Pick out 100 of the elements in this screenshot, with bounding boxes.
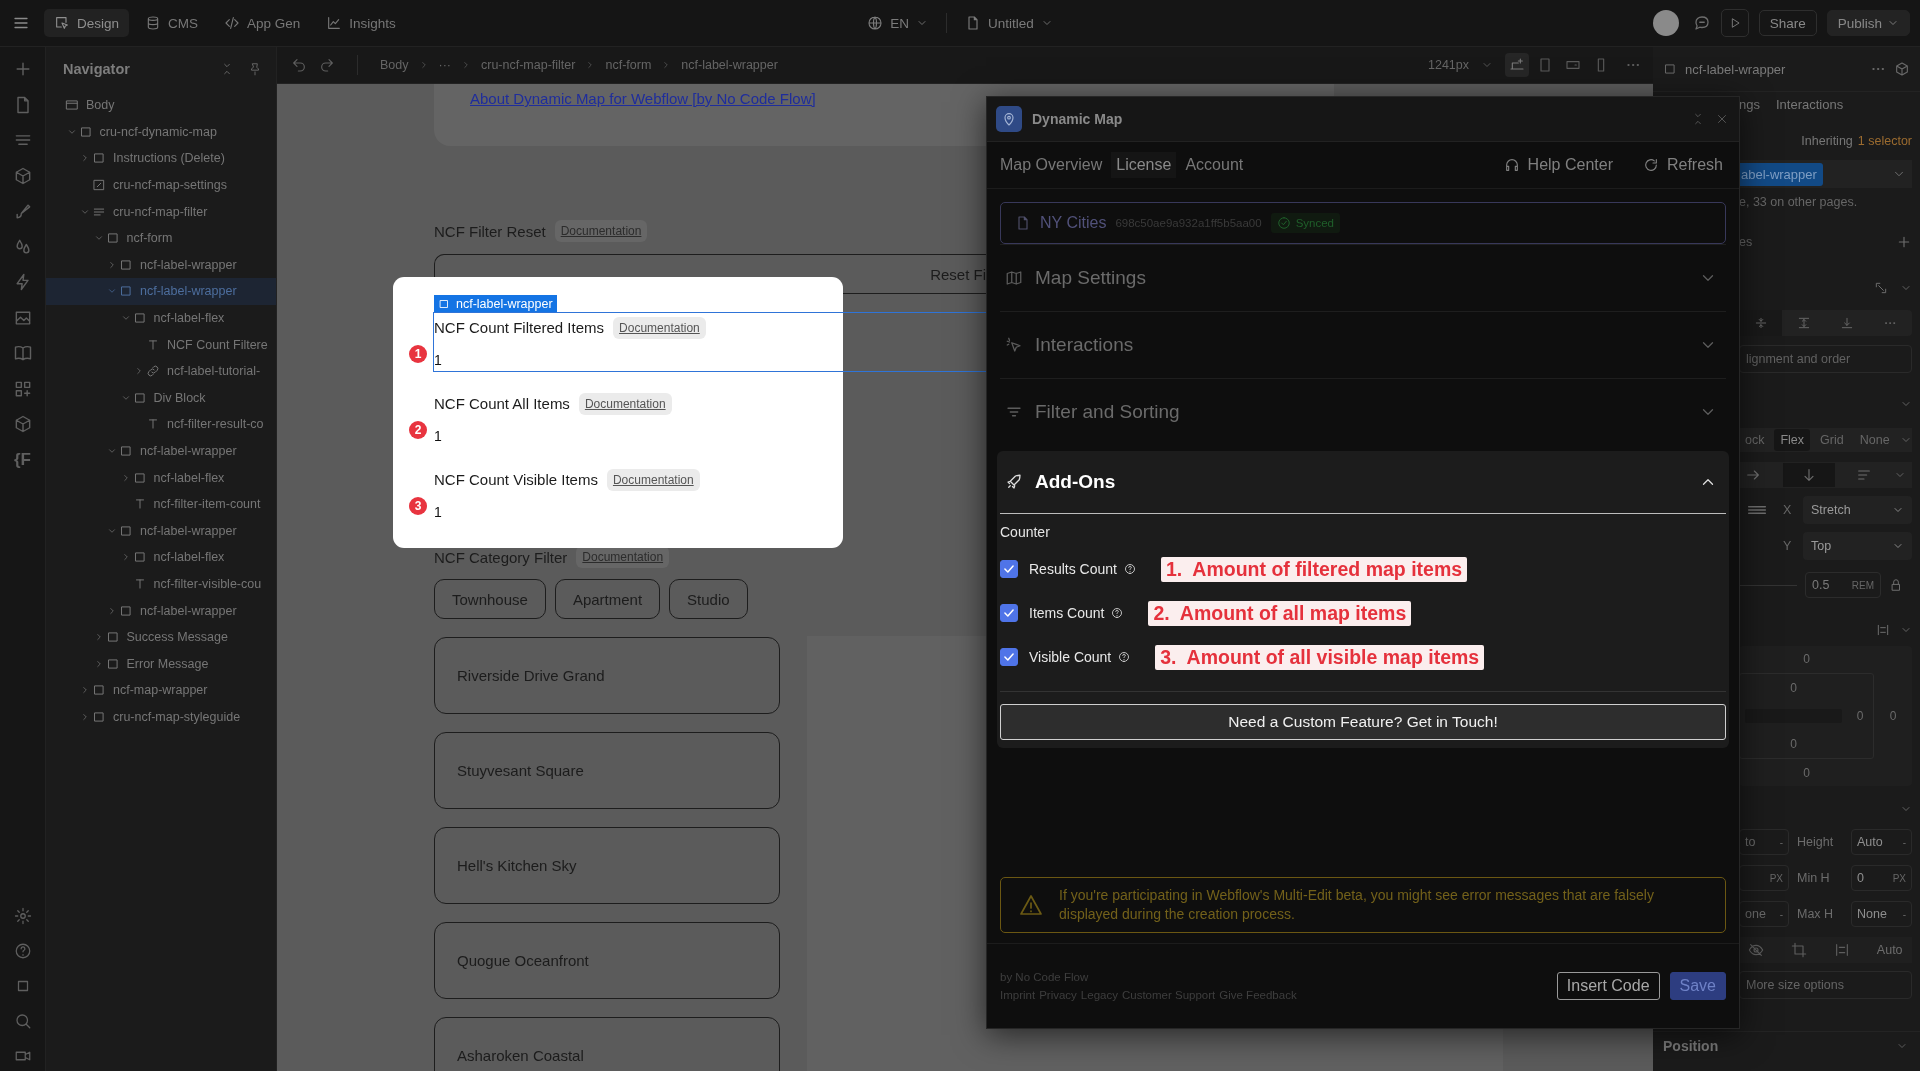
wrap-icon[interactable]: [1856, 467, 1873, 483]
size-field[interactable]: Auto -: [1851, 829, 1912, 855]
chevron-down-icon[interactable]: [107, 446, 117, 456]
spacing-editor[interactable]: 0 0 0 0 0 0: [1739, 646, 1912, 786]
tree-item[interactable]: ncf-form: [46, 224, 276, 252]
spacing-value[interactable]: 0: [1803, 766, 1810, 780]
page-dropdown[interactable]: Untitled: [957, 15, 1061, 31]
arrow-right-icon[interactable]: [1745, 467, 1761, 483]
checkbox[interactable]: [1000, 560, 1018, 578]
dialog-tab[interactable]: Account: [1180, 152, 1249, 178]
category-chip[interactable]: Studio: [669, 579, 748, 619]
hidden-icon[interactable]: [1748, 942, 1765, 958]
help-icon[interactable]: [1123, 563, 1136, 575]
tree-item[interactable]: Div Block: [46, 384, 276, 412]
tree-item[interactable]: ncf-label-tutorial-: [46, 357, 276, 385]
spacing-value[interactable]: 0: [1889, 709, 1897, 723]
display-option[interactable]: Grid: [1814, 429, 1850, 451]
mode-tab[interactable]: Design: [44, 9, 130, 37]
category-chip[interactable]: Apartment: [554, 579, 661, 619]
chevron-right-icon[interactable]: [107, 259, 117, 270]
tree-item[interactable]: cru-ncf-map-filter: [46, 198, 276, 225]
spacing-value[interactable]: 0: [1803, 652, 1810, 666]
tree-item[interactable]: Instructions (Delete): [46, 145, 276, 172]
tree-item[interactable]: ncf-label-wrapper: [46, 517, 276, 545]
display-option[interactable]: ock: [1739, 429, 1771, 451]
documentation-link[interactable]: Documentation: [613, 316, 706, 339]
size-field[interactable]: None -: [1851, 901, 1912, 927]
tree-item[interactable]: NCF Count Filtere: [46, 331, 276, 358]
mode-tab[interactable]: CMS: [135, 9, 209, 37]
pin-icon[interactable]: [248, 62, 262, 76]
tree-item[interactable]: ncf-label-wrapper: [46, 437, 276, 465]
category-chip[interactable]: Townhouse: [434, 579, 546, 619]
checkbox[interactable]: [1000, 648, 1018, 666]
help-icon[interactable]: [1118, 651, 1131, 663]
tree-item[interactable]: Error Message: [46, 650, 276, 678]
tree-item[interactable]: ncf-label-flex: [46, 304, 276, 332]
breadcrumb-item[interactable]: ncf-label-wrapper: [681, 58, 778, 72]
language-dropdown[interactable]: EN: [859, 15, 936, 31]
tree-item[interactable]: ncf-label-wrapper: [46, 597, 276, 624]
tree-item[interactable]: ncf-label-flex: [46, 464, 276, 491]
list-item-card[interactable]: Quogue Oceanfront: [434, 922, 780, 999]
variables-button[interactable]: {F: [14, 449, 31, 470]
tree-item[interactable]: ncf-label-wrapper: [46, 278, 276, 305]
align-select[interactable]: Stretch: [1803, 496, 1912, 524]
search-icon[interactable]: [13, 1012, 32, 1030]
size-field[interactable]: 0 PX: [1851, 865, 1912, 891]
dialog-tab[interactable]: License: [1111, 152, 1177, 178]
documentation-link[interactable]: Documentation: [578, 392, 672, 415]
list-item-card[interactable]: Hell's Kitchen Sky: [434, 827, 780, 904]
tree-item[interactable]: cru-ncf-map-styleguide: [46, 703, 276, 731]
documentation-link[interactable]: Documentation: [576, 546, 670, 568]
close-icon[interactable]: [1715, 112, 1729, 126]
documentation-link[interactable]: Documentation: [554, 220, 648, 242]
spacing-value[interactable]: 0: [1856, 709, 1864, 723]
avatar[interactable]: [1652, 10, 1679, 36]
panel-tab[interactable]: ngs: [1739, 96, 1760, 112]
preview-button[interactable]: [1720, 9, 1749, 37]
tree-item[interactable]: cru-ncf-dynamic-map: [46, 118, 276, 146]
tree-item[interactable]: ncf-label-flex: [46, 544, 276, 571]
help-icon[interactable]: [1111, 607, 1124, 619]
tree-item[interactable]: Body: [46, 92, 276, 119]
spacing-value[interactable]: 0: [1790, 681, 1797, 695]
overflow-option[interactable]: Auto: [1876, 943, 1903, 957]
contact-button[interactable]: Need a Custom Feature? Get in Touch!: [1000, 704, 1726, 740]
breadcrumb-item[interactable]: Body: [380, 58, 409, 72]
section-header[interactable]: Filter and Sorting: [1000, 378, 1726, 445]
corner-icon[interactable]: [1874, 281, 1888, 295]
list-item-card[interactable]: Riverside Drive Grand: [434, 637, 780, 714]
align-select[interactable]: Top: [1803, 532, 1912, 560]
crop-icon[interactable]: [1791, 942, 1808, 958]
breadcrumb-item[interactable]: ···: [438, 58, 451, 72]
chevron-right-icon[interactable]: [134, 366, 144, 377]
checkbox[interactable]: [1000, 604, 1018, 622]
chevron-right-icon[interactable]: [107, 605, 117, 616]
mode-tab[interactable]: Insights: [316, 9, 406, 37]
selector-count-link[interactable]: 1 selector: [1857, 134, 1912, 148]
help-center-link[interactable]: Help Center: [1497, 155, 1619, 175]
redo-icon[interactable]: [319, 57, 335, 73]
tree-item[interactable]: Success Message: [46, 623, 276, 651]
settings-icon[interactable]: [13, 907, 32, 925]
section-header[interactable]: Interactions: [1000, 311, 1726, 378]
list-item-card[interactable]: Asharoken Coastal: [434, 1017, 780, 1071]
cube-icon[interactable]: [1894, 61, 1910, 77]
chevron-right-icon[interactable]: [80, 685, 90, 696]
plus-icon[interactable]: [1896, 234, 1912, 250]
comment-icon[interactable]: [1692, 14, 1711, 32]
refresh-button[interactable]: Refresh: [1636, 155, 1729, 175]
chevron-right-icon[interactable]: [80, 711, 90, 722]
share-button[interactable]: Share: [1758, 10, 1817, 36]
list-item-card[interactable]: Stuyvesant Square: [434, 732, 780, 809]
documentation-link[interactable]: Documentation: [606, 468, 700, 491]
section-header[interactable]: Add-Ons: [1000, 451, 1726, 514]
book-icon[interactable]: [12, 343, 33, 363]
display-option[interactable]: Flex: [1774, 429, 1811, 451]
display-option[interactable]: None: [1853, 429, 1896, 451]
scroll-icon[interactable]: [1834, 942, 1851, 958]
tree-item[interactable]: ncf-filter-visible-cou: [46, 570, 276, 598]
tree-item[interactable]: cru-ncf-map-settings: [46, 171, 276, 199]
publish-button[interactable]: Publish: [1826, 10, 1910, 36]
device-button[interactable]: [1505, 53, 1529, 77]
